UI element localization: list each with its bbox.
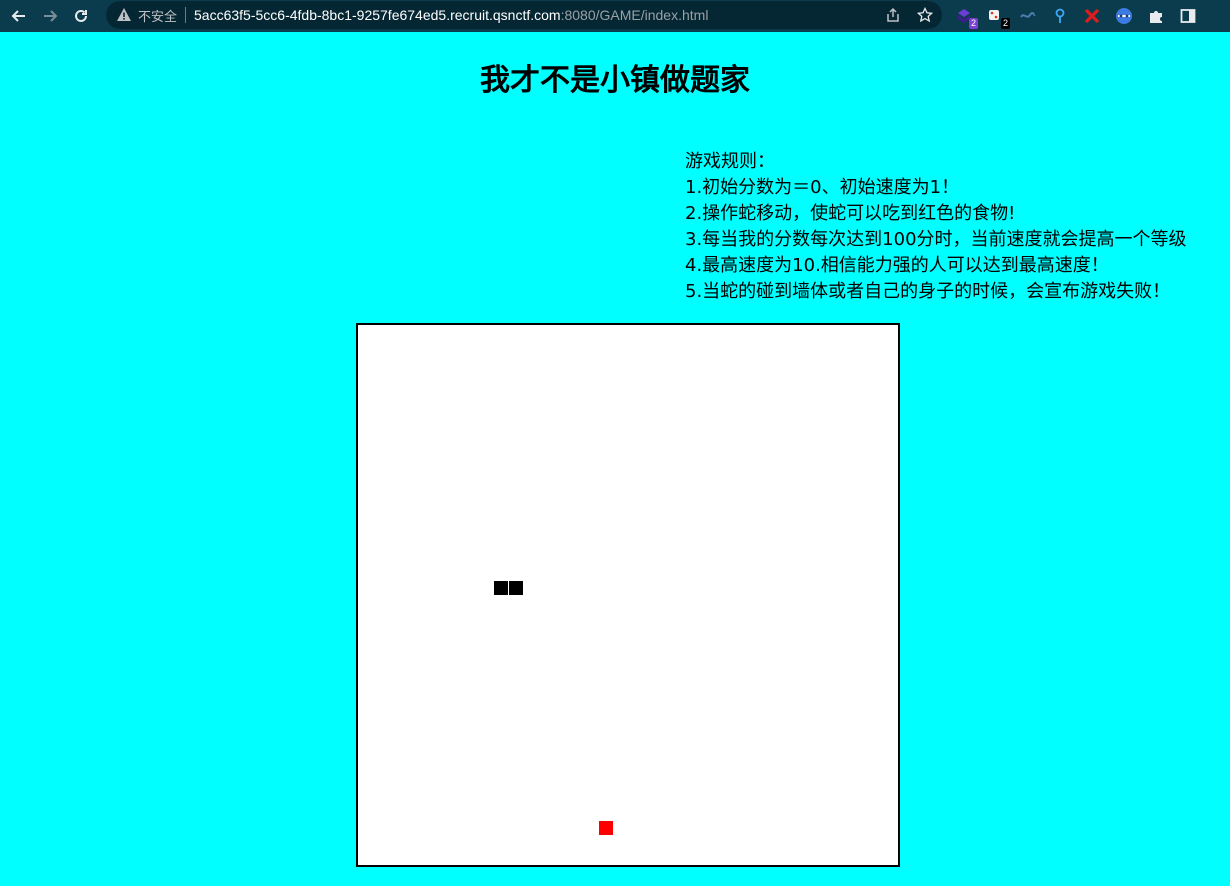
url-path[interactable]: :8080/GAME/index.html [561,7,709,23]
url-host[interactable]: 5acc63f5-5cc6-4fdb-8bc1-9257fe674ed5.rec… [194,7,561,23]
wave-extension-icon[interactable] [1016,4,1040,28]
rule-2: 2.操作蛇移动，使蛇可以吃到红色的食物! [685,203,1016,224]
warning-icon[interactable] [116,7,132,23]
rule-3: 3.每当我的分数每次达到100分时，当前速度就会提高一个等级 [685,229,1187,250]
extension-badge: 2 [1000,18,1010,29]
reload-icon[interactable] [69,4,93,28]
address-divider [185,7,187,23]
game-board[interactable] [356,323,900,867]
mask-extension-icon[interactable] [1112,4,1136,28]
location-pin-icon[interactable] [1048,4,1072,28]
red-x-extension-icon[interactable] [1080,4,1104,28]
extension-badge: 2 [968,18,978,29]
bookmark-star-icon[interactable] [916,6,934,24]
snake-segment [494,581,508,595]
address-bar[interactable]: 不安全 5acc63f5-5cc6-4fdb-8bc1-9257fe674ed5… [106,1,942,29]
not-secure-label[interactable]: 不安全 [138,6,177,25]
side-panel-icon[interactable] [1176,4,1200,28]
forward-arrow-icon[interactable] [38,4,62,28]
snake-head [509,581,523,595]
extensions-bar: 2 2 [952,4,1200,29]
puzzle-extensions-icon[interactable] [1144,4,1168,28]
purple-extension-icon[interactable]: 2 [952,4,978,29]
dice-extension-icon[interactable]: 2 [984,4,1010,29]
share-icon[interactable] [884,6,902,24]
game-rules: 游戏规则： 1.初始分数为＝0、初始速度为1！ 2.操作蛇移动，使蛇可以吃到红色… [685,149,1230,305]
rule-4: 4.最高速度为10.相信能力强的人可以达到最高速度！ [685,255,1109,276]
back-arrow-icon[interactable] [7,4,31,28]
rule-1: 1.初始分数为＝0、初始速度为1！ [685,177,960,198]
food-item [599,821,613,835]
omnibox-actions [884,6,934,24]
page-title: 我才不是小镇做题家 [480,63,750,98]
browser-toolbar: 不安全 5acc63f5-5cc6-4fdb-8bc1-9257fe674ed5… [0,0,1230,32]
rules-heading: 游戏规则： [685,151,775,172]
rule-5: 5.当蛇的碰到墙体或者自己的身子的时候，会宣布游戏失败！ [685,281,1171,302]
